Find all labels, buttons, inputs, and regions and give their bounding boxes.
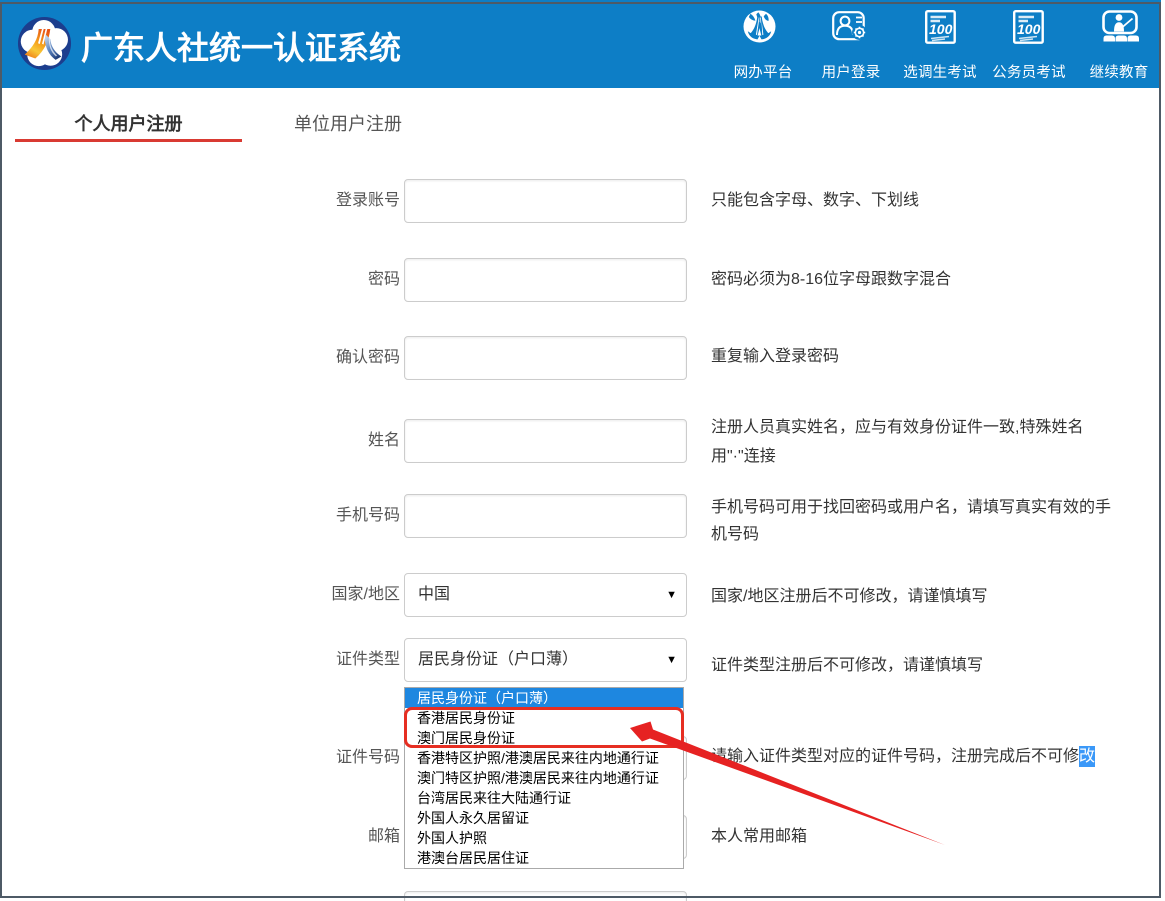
svg-text:100: 100 <box>929 21 953 37</box>
svg-text:100: 100 <box>1017 21 1041 37</box>
